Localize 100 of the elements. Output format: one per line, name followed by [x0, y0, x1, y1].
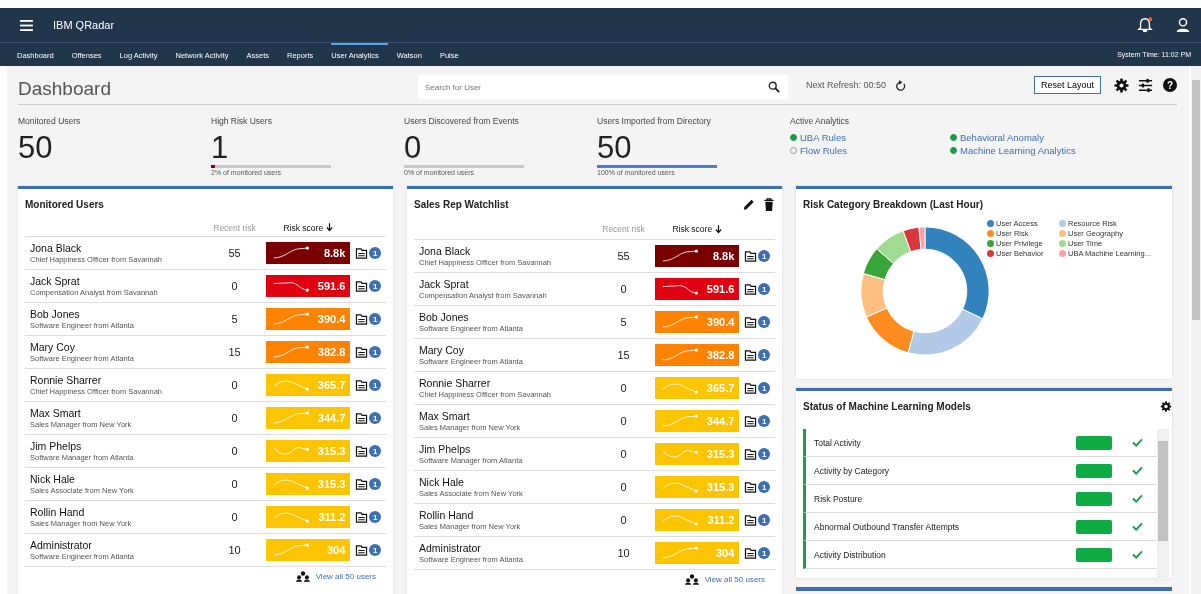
settings-icon[interactable] — [1114, 77, 1129, 93]
model-name: Risk Posture — [814, 493, 864, 504]
sort-down-icon[interactable] — [326, 223, 334, 232]
recent-risk-value: 0 — [230, 379, 239, 391]
help-icon[interactable]: ? — [1163, 78, 1177, 92]
notes-icon[interactable] — [355, 544, 369, 556]
notes-icon[interactable] — [355, 412, 369, 424]
user-name[interactable]: Bob Jones — [30, 308, 207, 320]
notes-count-badge: 1 — [758, 250, 771, 262]
notes-icon[interactable] — [744, 481, 758, 493]
user-name[interactable]: Mary Coy — [419, 344, 596, 356]
user-name[interactable]: Jona Black — [30, 242, 207, 254]
notes-icon[interactable] — [355, 247, 369, 259]
risk-score-value: 315.3 — [705, 481, 735, 493]
user-name[interactable]: Ronnie Sharrer — [30, 374, 207, 386]
notes-count-badge: 1 — [369, 412, 382, 424]
column-header[interactable]: Risk score — [283, 222, 324, 233]
risk-score-value: 365.7 — [705, 382, 735, 394]
user-name[interactable]: Jim Phelps — [419, 443, 596, 455]
user-name[interactable]: Nick Hale — [419, 476, 596, 488]
notes-icon[interactable] — [744, 250, 758, 262]
sort-down-icon[interactable] — [715, 224, 723, 234]
notes-icon[interactable] — [355, 511, 369, 523]
next-refresh-label: Next Refresh: 00:50 — [806, 80, 887, 90]
risk-score-value: 390.4 — [705, 316, 735, 328]
notes-icon[interactable] — [355, 379, 369, 391]
risk-score-value: 311.2 — [317, 511, 346, 523]
notes-count-badge: 1 — [369, 511, 382, 523]
user-name[interactable]: Ronnie Sharrer — [419, 377, 596, 389]
user-name[interactable]: Rollin Hand — [30, 506, 207, 518]
risk-score-value: 382.8 — [705, 349, 735, 361]
app-title: IBM QRadar — [53, 19, 115, 31]
notes-icon[interactable] — [744, 382, 758, 394]
model-name: Activity by Category — [814, 465, 891, 476]
recent-risk-value: 0 — [619, 514, 628, 526]
settings-icon[interactable] — [1160, 399, 1172, 413]
analytics-link[interactable]: Behavioral Anomaly — [960, 132, 1044, 143]
risk-score-value: 8.8k — [322, 247, 346, 259]
reset-layout-button[interactable]: Reset Layout — [1033, 76, 1101, 94]
recent-risk-value: 0 — [230, 478, 239, 490]
risk-score-value: 365.7 — [316, 379, 346, 391]
notes-count-badge: 1 — [369, 313, 382, 325]
page-scrollbar[interactable] — [1191, 66, 1201, 594]
sliders-icon[interactable] — [1138, 77, 1153, 93]
stat-value: 50 — [18, 131, 54, 165]
recent-risk-value: 0 — [619, 415, 628, 427]
menu-icon[interactable] — [20, 19, 33, 31]
risk-score-value: 311.2 — [706, 514, 735, 526]
refresh-icon[interactable] — [896, 78, 908, 92]
notes-count-badge: 1 — [758, 349, 771, 361]
stat-value: 50 — [597, 131, 633, 165]
notes-icon[interactable] — [744, 349, 758, 361]
checkmark-icon — [1132, 550, 1143, 559]
pencil-icon[interactable] — [743, 197, 755, 211]
notes-icon[interactable] — [355, 445, 369, 457]
user-name[interactable]: Max Smart — [419, 410, 596, 422]
trash-icon[interactable] — [763, 197, 775, 211]
user-name[interactable]: Max Smart — [30, 407, 207, 419]
notes-icon[interactable] — [355, 313, 369, 325]
user-name[interactable]: Jack Sprat — [30, 275, 207, 287]
user-name[interactable]: Rollin Hand — [419, 509, 596, 521]
notes-count-badge: 1 — [369, 346, 382, 358]
notes-count-badge: 1 — [369, 379, 382, 391]
panel-title: Sales Rep Watchlist — [414, 198, 509, 210]
notes-icon[interactable] — [355, 346, 369, 358]
notification-bell-icon[interactable] — [1137, 17, 1153, 33]
notes-icon[interactable] — [744, 547, 758, 559]
notes-icon[interactable] — [355, 478, 369, 490]
user-name[interactable]: Jona Black — [419, 245, 596, 257]
user-name[interactable]: Jack Sprat — [419, 278, 596, 290]
recent-risk-value: 15 — [227, 346, 242, 358]
view-all-link[interactable]: View all 50 users — [315, 571, 376, 581]
notes-icon[interactable] — [744, 316, 758, 328]
analytics-link[interactable]: Machine Learning Analytics — [960, 145, 1076, 156]
stat-value: 0 — [404, 131, 423, 165]
user-name[interactable]: Jim Phelps — [30, 440, 207, 452]
notes-icon[interactable] — [744, 283, 758, 295]
stat-label: Users Imported from Directory — [597, 116, 712, 126]
notes-icon[interactable] — [355, 280, 369, 292]
risk-score-value: 315.3 — [316, 478, 346, 490]
user-name[interactable]: Bob Jones — [419, 311, 596, 323]
risk-score-value: 304 — [714, 547, 735, 559]
search-icon[interactable] — [768, 81, 780, 93]
user-name[interactable]: Nick Hale — [30, 473, 207, 485]
recent-risk-value: 55 — [616, 250, 631, 262]
user-icon[interactable] — [1175, 17, 1191, 33]
user-name[interactable]: Administrator — [419, 542, 596, 554]
users-icon — [295, 570, 310, 582]
analytics-link[interactable]: UBA Rules — [800, 132, 846, 143]
recent-risk-value: 0 — [619, 382, 628, 394]
notes-icon[interactable] — [744, 448, 758, 460]
risk-score-value: 8.8k — [711, 250, 735, 262]
user-name[interactable]: Administrator — [30, 539, 207, 551]
column-header[interactable]: Risk score — [672, 224, 713, 234]
view-all-link[interactable]: View all 50 users — [704, 574, 765, 584]
notes-icon[interactable] — [744, 514, 758, 526]
analytics-link[interactable]: Flow Rules — [800, 145, 847, 156]
notes-icon[interactable] — [744, 415, 758, 427]
scrollbar[interactable] — [1157, 429, 1169, 581]
user-name[interactable]: Mary Coy — [30, 341, 207, 353]
